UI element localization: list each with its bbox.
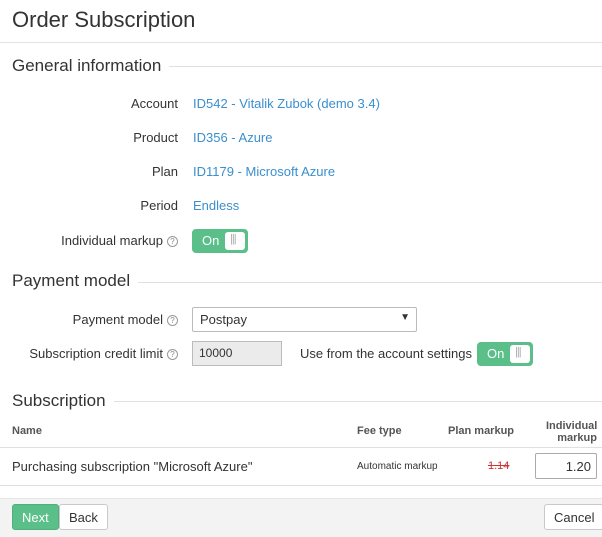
toggle-knob-icon <box>510 345 530 363</box>
table-bottom-divider <box>0 485 602 486</box>
use-account-settings-label: Use from the account settings <box>300 346 472 361</box>
individual-markup-label: Individual markup <box>61 233 163 248</box>
help-icon[interactable]: ? <box>167 349 178 360</box>
payment-section-heading: Payment model <box>12 271 139 291</box>
table-header-divider <box>0 447 602 448</box>
use-account-settings-toggle[interactable]: On <box>477 342 533 366</box>
row-name: Purchasing subscription "Microsoft Azure… <box>12 459 253 474</box>
plan-link[interactable]: ID1179 - Microsoft Azure <box>193 164 335 179</box>
column-header-fee-type: Fee type <box>357 425 402 437</box>
back-button[interactable]: Back <box>59 504 108 530</box>
next-button[interactable]: Next <box>12 504 59 530</box>
credit-limit-field: Subscription credit limit? <box>29 346 178 361</box>
row-plan-markup: 1.14 <box>488 460 510 472</box>
account-label: Account <box>131 96 178 111</box>
product-label: Product <box>133 130 178 145</box>
payment-model-select[interactable]: Postpay ▼ <box>192 307 417 332</box>
help-icon[interactable]: ? <box>167 236 178 247</box>
column-header-individual-markup-line2: markup <box>557 432 597 444</box>
individual-markup-field: Individual markup? <box>61 233 178 248</box>
page-title: Order Subscription <box>12 7 196 32</box>
column-header-name: Name <box>12 425 42 437</box>
column-header-individual-markup-line1: Individual <box>546 420 598 432</box>
period-link[interactable]: Endless <box>193 198 239 213</box>
column-header-plan-markup: Plan markup <box>448 425 515 437</box>
toggle-state-text: On <box>487 346 505 361</box>
dropdown-arrow-icon: ▼ <box>400 312 410 323</box>
column-header-individual-markup: Individual markup <box>546 420 597 444</box>
payment-model-selected: Postpay <box>200 312 247 327</box>
plan-label: Plan <box>151 164 178 179</box>
cancel-button[interactable]: Cancel <box>544 504 602 530</box>
subscription-section-heading: Subscription <box>12 391 114 411</box>
individual-markup-input[interactable]: 1.20 <box>535 453 597 479</box>
payment-model-field: Payment model? <box>73 312 178 327</box>
toggle-knob-icon <box>225 232 245 250</box>
help-icon[interactable]: ? <box>167 315 178 326</box>
row-fee-type: Automatic markup <box>357 461 438 472</box>
title-divider <box>0 42 602 43</box>
footer-bar: Next Back Cancel <box>0 498 602 537</box>
account-link[interactable]: ID542 - Vitalik Zubok (demo 3.4) <box>193 96 380 111</box>
individual-markup-toggle[interactable]: On <box>192 229 248 253</box>
credit-limit-label: Subscription credit limit <box>29 346 163 361</box>
credit-limit-input[interactable]: 10000 <box>192 341 282 366</box>
toggle-state-text: On <box>202 233 220 248</box>
period-label: Period <box>140 198 178 213</box>
general-section-heading: General information <box>12 56 170 76</box>
product-link[interactable]: ID356 - Azure <box>193 130 273 145</box>
payment-model-label: Payment model <box>72 312 163 327</box>
